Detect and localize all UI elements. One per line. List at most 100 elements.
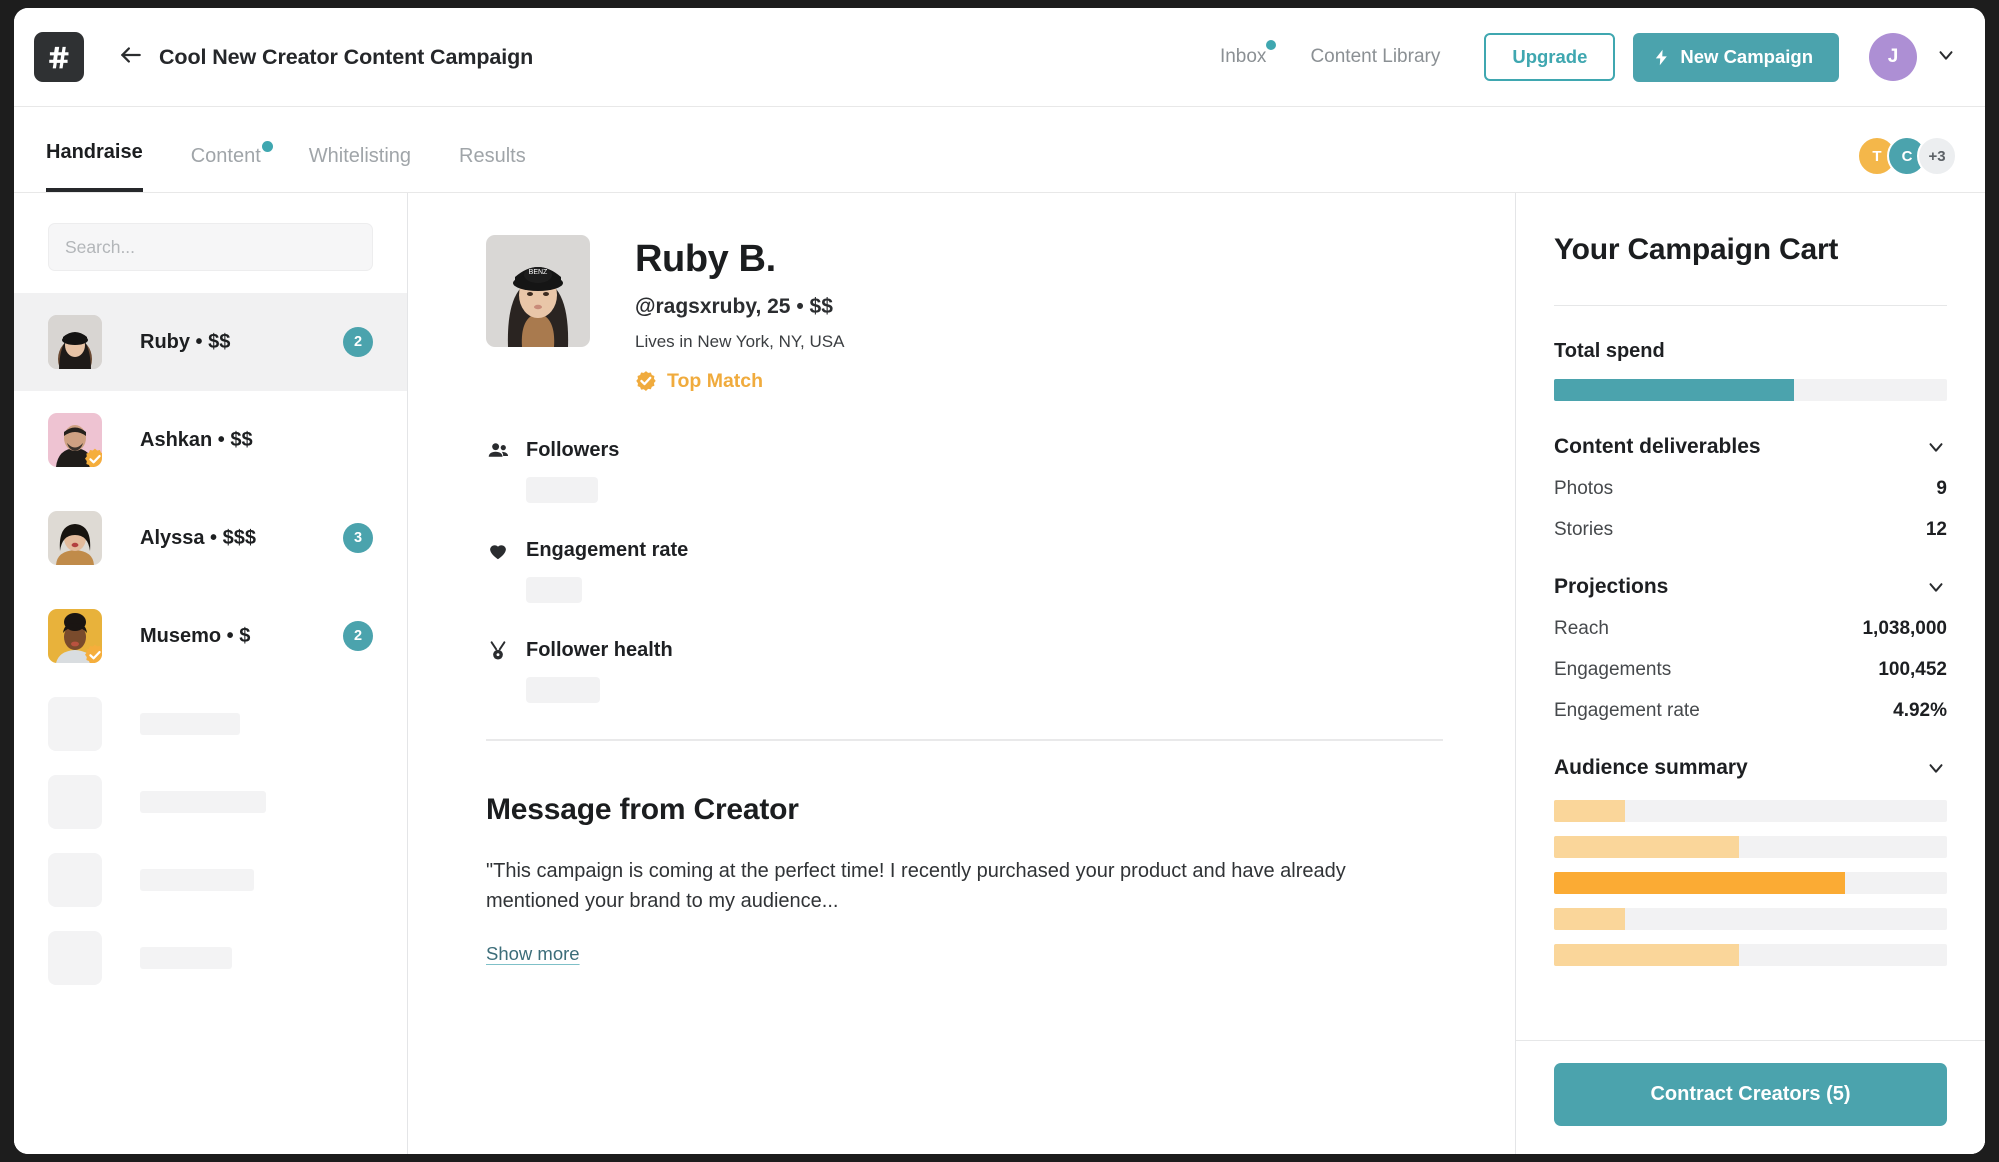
- nav-link-content-library[interactable]: Content Library: [1310, 46, 1440, 68]
- contract-creators-button[interactable]: Contract Creators (5): [1554, 1063, 1947, 1126]
- hash-icon: [46, 44, 72, 70]
- new-campaign-button[interactable]: New Campaign: [1633, 32, 1839, 82]
- chevron-down-icon[interactable]: [1925, 576, 1947, 598]
- creator-location: Lives in New York, NY, USA: [635, 331, 845, 351]
- lightning-bolt-icon: [1653, 47, 1670, 68]
- page-body: Ruby • $$ 2: [14, 193, 1985, 1154]
- section-title: Audience summary: [1554, 756, 1748, 779]
- app-logo[interactable]: [34, 32, 84, 82]
- cart-row-key: Engagements: [1554, 659, 1672, 680]
- campaign-cart-footer: Contract Creators (5): [1516, 1040, 1985, 1154]
- nav-link-inbox-label: Inbox: [1219, 46, 1267, 67]
- tab-whitelisting-label: Whitelisting: [308, 145, 412, 167]
- arrow-left-icon: [118, 42, 144, 73]
- creator-stats: Followers Engagement rate Follower healt…: [486, 439, 1443, 703]
- section-divider: [486, 738, 1443, 741]
- collaborator-avatars[interactable]: T C +3: [1857, 136, 1957, 192]
- upgrade-button[interactable]: Upgrade: [1484, 32, 1616, 82]
- cart-row-value: 12: [1925, 519, 1947, 540]
- creator-list: Ruby • $$ 2 Ashkan • $$ Alyssa • $$$ 3 M…: [14, 293, 407, 1154]
- section-title: Projections: [1554, 575, 1669, 598]
- creator-sidebar: Ruby • $$ 2: [14, 193, 408, 1154]
- tab-whitelisting[interactable]: Whitelisting: [309, 145, 411, 192]
- creator-list-skeleton-item: [14, 919, 407, 997]
- section-title: Content deliverables: [1554, 435, 1761, 458]
- medal-icon: [486, 639, 510, 663]
- tab-handraise[interactable]: Handraise: [46, 141, 143, 192]
- cart-row-key: Reach: [1554, 618, 1609, 639]
- cart-row-value: 4.92%: [1893, 700, 1947, 721]
- tab-results[interactable]: Results: [459, 145, 526, 192]
- back-button[interactable]: [116, 42, 146, 72]
- people-icon: [486, 439, 510, 463]
- skeleton-line: [140, 947, 232, 969]
- search-container: [14, 193, 407, 293]
- creator-list-item-ashkan[interactable]: Ashkan • $$: [14, 391, 407, 489]
- audience-bar-fill: [1554, 800, 1625, 822]
- creator-badge-count: 3: [343, 523, 373, 553]
- audience-bar: [1554, 944, 1947, 966]
- verified-badge-icon: [635, 370, 657, 392]
- profile-info: Ruby B. @ragsxruby, 25 • $$ Lives in New…: [635, 235, 844, 393]
- creator-display-name: Ruby B.: [635, 238, 776, 280]
- stat-label: Follower health: [526, 639, 673, 662]
- message-body: "This campaign is coming at the perfect …: [486, 859, 1346, 913]
- skeleton-avatar: [48, 775, 102, 829]
- stat-value-placeholder: [526, 576, 582, 603]
- cart-row-key: Stories: [1554, 519, 1614, 540]
- stat-value-placeholder: [526, 676, 600, 703]
- section-header-projections[interactable]: Projections: [1554, 575, 1947, 599]
- tab-content[interactable]: Content: [190, 141, 273, 192]
- cart-row-stories: Stories 12: [1554, 519, 1947, 541]
- section-header-audience-summary[interactable]: Audience summary: [1554, 756, 1947, 780]
- profile-photo: BENZ: [486, 235, 590, 347]
- skeleton-line: [140, 713, 240, 735]
- chevron-down-icon[interactable]: [1925, 436, 1947, 458]
- audience-bar-fill: [1554, 872, 1845, 894]
- cart-row-value: 9: [1936, 478, 1947, 499]
- audience-bar: [1554, 872, 1947, 894]
- nav-link-inbox[interactable]: Inbox: [1219, 40, 1277, 68]
- nav-link-content-library-label: Content Library: [1310, 46, 1441, 67]
- creator-name: Ruby • $$: [140, 330, 231, 353]
- tab-handraise-label: Handraise: [46, 141, 143, 163]
- svg-text:BENZ: BENZ: [529, 269, 548, 276]
- tab-content-label: Content: [190, 145, 261, 167]
- total-spend-progress-fill: [1554, 379, 1794, 401]
- audience-bar: [1554, 800, 1947, 822]
- creator-list-skeleton-item: [14, 763, 407, 841]
- creator-badge-count: 2: [343, 621, 373, 651]
- search-input[interactable]: [48, 223, 373, 271]
- content-notification-dot: [261, 141, 273, 152]
- avatar: [48, 413, 102, 467]
- total-spend-progress: [1554, 379, 1947, 401]
- stat-followers: Followers: [486, 439, 1443, 503]
- cart-row-engagement-rate: Engagement rate 4.92%: [1554, 700, 1947, 722]
- verified-badge-icon: [84, 448, 102, 467]
- creator-badge-count: 2: [343, 327, 373, 357]
- audience-bar-chart: [1554, 800, 1947, 966]
- cart-row-key: Photos: [1554, 478, 1614, 499]
- heart-icon: [486, 539, 510, 563]
- creator-list-item-ruby[interactable]: Ruby • $$ 2: [14, 293, 407, 391]
- skeleton-avatar: [48, 931, 102, 985]
- creator-detail-panel: BENZ Ruby B. @ragsxruby, 25 • $$ Lives i…: [408, 193, 1515, 1154]
- creator-list-skeleton-item: [14, 685, 407, 763]
- stat-follower-health: Follower health: [486, 639, 1443, 703]
- avatar: [48, 511, 102, 565]
- tab-results-label: Results: [459, 145, 526, 167]
- creator-list-item-musemo[interactable]: Musemo • $ 2: [14, 587, 407, 685]
- verified-badge-icon: [84, 644, 102, 663]
- section-header-content-deliverables[interactable]: Content deliverables: [1554, 435, 1947, 459]
- user-menu-button[interactable]: [1935, 44, 1957, 71]
- creator-handle: @ragsxruby, 25 • $$: [635, 294, 833, 318]
- audience-bar-fill: [1554, 836, 1739, 858]
- user-avatar[interactable]: J: [1869, 33, 1917, 81]
- collaborator-avatar-more[interactable]: +3: [1917, 136, 1957, 176]
- creator-list-item-alyssa[interactable]: Alyssa • $$$ 3: [14, 489, 407, 587]
- show-more-link[interactable]: Show more: [486, 943, 580, 965]
- top-match-label: Top Match: [667, 369, 764, 392]
- chevron-down-icon[interactable]: [1925, 757, 1947, 779]
- cart-row-value: 100,452: [1878, 659, 1947, 680]
- creator-name: Alyssa • $$$: [140, 526, 256, 549]
